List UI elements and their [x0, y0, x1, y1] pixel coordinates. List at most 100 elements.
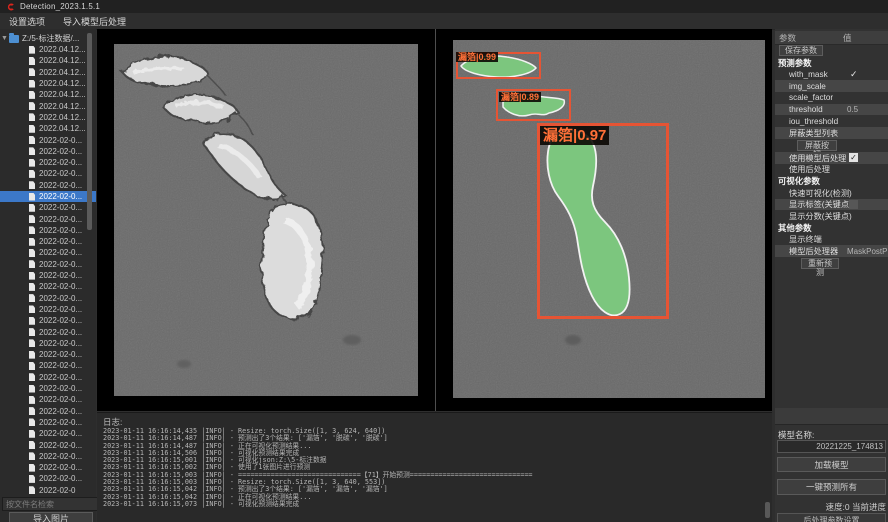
- file-tree-item[interactable]: 2022.04.12...: [0, 67, 96, 78]
- file-tree-item[interactable]: 2022-02-0...: [0, 428, 96, 439]
- file-tree-item[interactable]: 2022-02-0...: [0, 451, 96, 462]
- file-icon: [29, 339, 35, 347]
- file-name: 2022-02-0...: [39, 260, 82, 269]
- file-tree-item[interactable]: 2022.04.12...: [0, 123, 96, 134]
- file-name: 2022-02-0...: [39, 203, 82, 212]
- file-tree-item[interactable]: 2022-02-0...: [0, 236, 96, 247]
- file-tree-item[interactable]: 2022-02-0...: [0, 180, 96, 191]
- file-tree-item[interactable]: 2022-02-0...: [0, 462, 96, 473]
- file-tree-item[interactable]: 2022-02-0...: [0, 338, 96, 349]
- param-action-button[interactable]: 保存参数: [779, 45, 823, 56]
- param-table-header: 参数 值: [775, 31, 888, 45]
- menu-bar: 设置选项 导入模型后处理: [0, 13, 888, 30]
- file-tree-item[interactable]: 2022.04.12...: [0, 78, 96, 89]
- tree-root-folder[interactable]: ▼ Z:/5-标注数据/...: [0, 33, 79, 44]
- file-tree-item[interactable]: 2022-02-0...: [0, 326, 96, 337]
- param-row[interactable]: with_mask✓: [775, 69, 888, 81]
- file-name: 2022.04.12...: [39, 68, 86, 77]
- param-label: 可视化参数: [775, 175, 820, 187]
- file-tree-item[interactable]: 2022-02-0...: [0, 157, 96, 168]
- param-row[interactable]: scale_factor: [775, 92, 888, 104]
- log-scrollbar-thumb[interactable]: [765, 502, 770, 518]
- file-tree-item[interactable]: 2022-02-0...: [0, 304, 96, 315]
- file-tree-item[interactable]: 2022-02-0...: [0, 281, 96, 292]
- model-name-field[interactable]: 20221225_174813: [777, 440, 886, 453]
- file-icon: [29, 396, 35, 404]
- file-tree-item[interactable]: 2022-02-0...: [0, 360, 96, 371]
- file-icon: [29, 226, 35, 234]
- tree-scrollbar[interactable]: [87, 33, 92, 493]
- log-scrollbar[interactable]: [765, 415, 770, 521]
- file-tree-item[interactable]: 2022.04.12...: [0, 100, 96, 111]
- file-icon: [29, 294, 35, 302]
- prediction-image-panel[interactable]: 漏箔|0.99 漏箔|0.89 漏箔|0.97: [453, 40, 765, 398]
- file-tree-item[interactable]: 2022-02-0...: [0, 213, 96, 224]
- file-tree-item[interactable]: 2022-02-0...: [0, 191, 96, 202]
- predict-all-button[interactable]: 一键预测所有: [777, 479, 886, 495]
- param-label: 显示分数(关键点): [775, 210, 852, 222]
- param-value: MaskPostPro: [847, 247, 888, 256]
- file-icon: [29, 373, 35, 381]
- check-icon: ✓: [850, 69, 858, 80]
- detection-box: [537, 123, 669, 319]
- file-name: 2022-02-0...: [39, 316, 82, 325]
- param-action-button[interactable]: 重新预测: [801, 258, 839, 269]
- original-image-panel[interactable]: [114, 44, 418, 396]
- file-tree-item[interactable]: 2022.04.12...: [0, 55, 96, 66]
- param-row[interactable]: img_scale: [775, 80, 888, 92]
- postprocess-settings-button[interactable]: 后处理参数设置: [777, 513, 886, 522]
- file-tree-item[interactable]: 2022-02-0...: [0, 134, 96, 145]
- file-tree-item[interactable]: 2022.04.12...: [0, 89, 96, 100]
- panel-splitter[interactable]: [435, 29, 436, 411]
- file-tree-item[interactable]: 2022-02-0...: [0, 439, 96, 450]
- file-tree-item[interactable]: 2022-02-0...: [0, 315, 96, 326]
- param-row[interactable]: 模型后处理器MaskPostPro: [775, 245, 888, 257]
- tree-scrollbar-thumb[interactable]: [87, 33, 92, 230]
- param-row[interactable]: 显示分数(关键点): [775, 210, 888, 222]
- file-list: 2022.04.12...2022.04.12...2022.04.12...2…: [0, 44, 96, 496]
- file-icon: [29, 452, 35, 460]
- file-name: 2022-02-0...: [39, 429, 82, 438]
- load-model-button[interactable]: 加载模型: [777, 457, 886, 472]
- chevron-down-icon[interactable]: ▼: [0, 35, 9, 42]
- file-tree-item[interactable]: 2022-02-0...: [0, 225, 96, 236]
- checkbox[interactable]: ✓: [849, 153, 858, 162]
- file-tree-item[interactable]: 2022-02-0...: [0, 394, 96, 405]
- param-row[interactable]: iou_threshold: [775, 115, 888, 127]
- import-images-button[interactable]: 导入图片: [9, 512, 93, 522]
- file-tree-item[interactable]: 2022-02-0...: [0, 349, 96, 360]
- file-tree-item[interactable]: 2022-02-0...: [0, 259, 96, 270]
- param-row[interactable]: 显示终端: [775, 234, 888, 246]
- file-tree-item[interactable]: 2022-02-0...: [0, 168, 96, 179]
- checkbox[interactable]: [849, 200, 858, 209]
- param-action-button[interactable]: 屏蔽按钮: [797, 140, 837, 151]
- file-tree-item[interactable]: 2022-02-0...: [0, 202, 96, 213]
- file-tree-item[interactable]: 2022-02-0...: [0, 406, 96, 417]
- file-tree-item[interactable]: 2022.04.12...: [0, 112, 96, 123]
- file-name: 2022-02-0...: [39, 441, 82, 450]
- file-tree-item[interactable]: 2022-02-0...: [0, 146, 96, 157]
- file-tree-item[interactable]: 2022.04.12...: [0, 44, 96, 55]
- param-row[interactable]: 快速可视化(检测): [775, 187, 888, 199]
- file-tree-item[interactable]: 2022-02-0...: [0, 293, 96, 304]
- param-row[interactable]: 屏蔽类型列表: [775, 127, 888, 139]
- menu-item-import-postprocess[interactable]: 导入模型后处理: [54, 15, 135, 28]
- file-icon: [29, 215, 35, 223]
- file-tree-item[interactable]: 2022-02-0...: [0, 383, 96, 394]
- file-tree-item[interactable]: 2022-02-0...: [0, 372, 96, 383]
- search-input[interactable]: [2, 497, 98, 511]
- param-label: img_scale: [775, 82, 826, 91]
- file-tree-item[interactable]: 2022-02-0...: [0, 270, 96, 281]
- file-tree-item[interactable]: 2022-02-0...: [0, 247, 96, 258]
- detection-label: 漏箔|0.97: [540, 126, 609, 145]
- param-row[interactable]: 显示标签(关键点): [775, 199, 888, 211]
- file-tree-item[interactable]: 2022-02-0...: [0, 417, 96, 428]
- file-tree-item[interactable]: 2022-02-0...: [0, 473, 96, 484]
- menu-item-settings[interactable]: 设置选项: [0, 15, 54, 28]
- param-row[interactable]: threshold0.5: [775, 104, 888, 116]
- param-row[interactable]: 使用后处理: [775, 164, 888, 176]
- title-bar: Detection_2023.1.5.1: [0, 0, 888, 13]
- file-tree-item[interactable]: 2022-02-0: [0, 485, 96, 496]
- log-lines[interactable]: 2023-01-11 16:16:14,435 |INFO| - Resize:…: [103, 428, 763, 508]
- param-row[interactable]: 使用模型后处理✓: [775, 152, 888, 164]
